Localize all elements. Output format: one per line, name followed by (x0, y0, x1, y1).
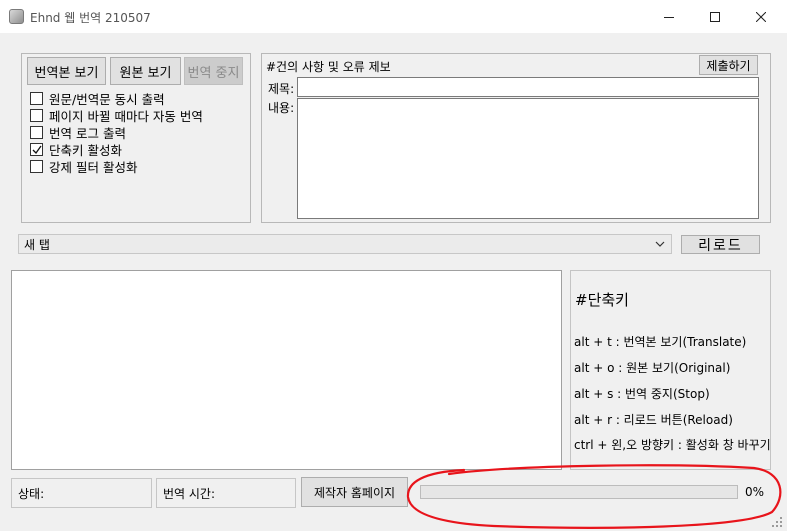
app-icon (9, 9, 24, 24)
checkbox-simultaneous-output[interactable]: 원문/번역문 동시 출력 (30, 90, 165, 107)
subject-label: 제목: (268, 82, 295, 96)
shortcut-heading: #단축키 (575, 291, 629, 309)
stop-translation-button[interactable]: 번역 중지 (184, 57, 243, 85)
red-ellipse-annotation (406, 464, 782, 529)
checkbox-box[interactable] (30, 126, 43, 139)
close-button[interactable] (738, 0, 784, 33)
minimize-icon (664, 16, 674, 18)
author-homepage-button[interactable]: 제작자 홈페이지 (301, 477, 408, 507)
shortcut-stop: alt + s : 번역 중지(Stop) (574, 387, 710, 401)
resize-grip-icon[interactable] (770, 515, 784, 529)
maximize-icon (710, 11, 720, 22)
minimize-button[interactable] (646, 0, 692, 33)
maximize-button[interactable] (692, 0, 738, 33)
chevron-down-icon (655, 241, 665, 247)
shortcut-translate: alt + t : 번역본 보기(Translate) (574, 335, 747, 349)
show-original-button[interactable]: 원본 보기 (110, 57, 181, 85)
shortcut-switch-window: ctrl + 왼,오 방향키 : 활성화 창 바꾸기 (574, 438, 771, 452)
checkbox-label: 강제 필터 활성화 (49, 160, 138, 175)
checkbox-translation-log[interactable]: 번역 로그 출력 (30, 124, 126, 141)
submit-button[interactable]: 제출하기 (699, 55, 758, 75)
checkbox-force-filter[interactable]: 강제 필터 활성화 (30, 158, 137, 175)
checkbox-enable-shortcuts[interactable]: 단축키 활성화 (30, 141, 122, 158)
translation-time-label: 번역 시간: (156, 478, 296, 508)
checkbox-box[interactable] (30, 109, 43, 122)
shortcut-reload: alt + r : 리로드 버튼(Reload) (574, 413, 733, 427)
subject-input[interactable] (297, 77, 759, 97)
reload-button[interactable]: 리로드 (681, 235, 760, 254)
tab-select[interactable]: 새 탭 (18, 234, 672, 254)
status-label: 상태: (11, 478, 152, 508)
checkmark-icon (32, 145, 42, 154)
content-label: 내용: (268, 101, 295, 115)
checkbox-box[interactable] (30, 143, 43, 156)
show-translation-button[interactable]: 번역본 보기 (27, 57, 106, 85)
content-textarea[interactable] (297, 98, 759, 219)
tab-select-value: 새 탭 (24, 237, 50, 252)
checkbox-box[interactable] (30, 160, 43, 173)
window-title: Ehnd 웹 번역 210507 (30, 11, 151, 25)
web-view[interactable] (11, 270, 562, 470)
checkbox-box[interactable] (30, 92, 43, 105)
checkbox-auto-translate[interactable]: 페이지 바뀔 때마다 자동 번역 (30, 107, 203, 124)
feedback-title: #건의 사항 및 오류 제보 (266, 60, 391, 74)
close-icon (756, 11, 766, 22)
shortcut-original: alt + o : 원본 보기(Original) (574, 361, 731, 375)
